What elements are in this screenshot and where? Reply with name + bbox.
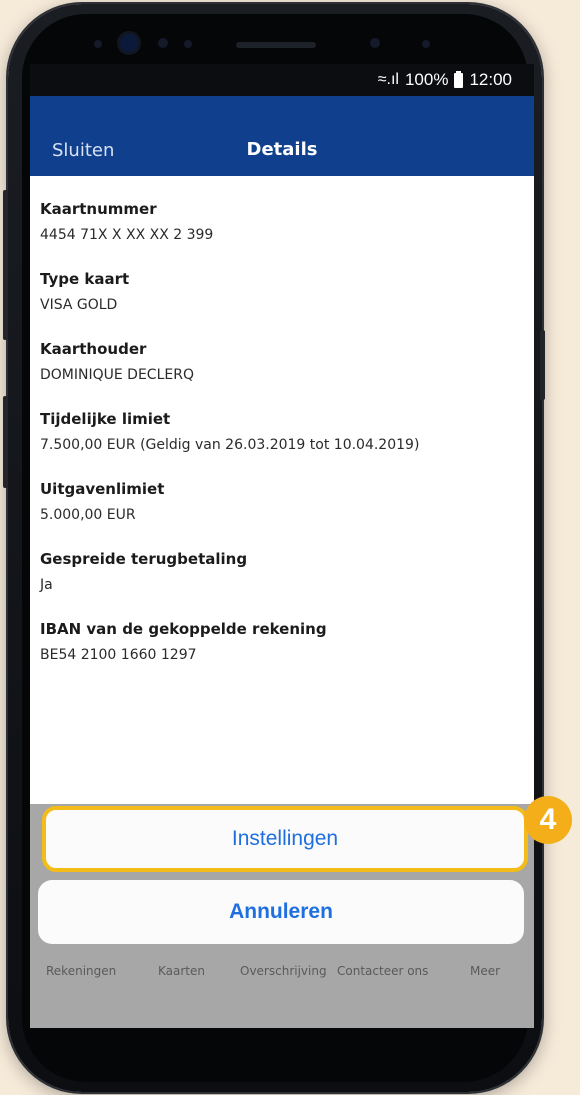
detail-label: Tijdelijke limiet (40, 410, 171, 428)
detail-value: 7.500,00 EUR (Geldig van 26.03.2019 tot … (40, 437, 420, 453)
detail-linked-iban: IBAN van de gekoppelde rekening BE54 210… (40, 596, 534, 666)
tab-rekeningen[interactable]: Rekeningen (46, 964, 116, 978)
detail-label: Uitgavenlimiet (40, 480, 165, 498)
detail-value: VISA GOLD (40, 297, 118, 313)
detail-card-type: Type kaart VISA GOLD (40, 246, 534, 316)
cancel-button[interactable]: Annuleren (38, 880, 524, 944)
proximity-sensor-icon (184, 40, 192, 48)
phone-frame: ≈.ıl 100% 12:00 Sluiten Details Kaartnum… (3, 4, 545, 1092)
detail-label: Type kaart (40, 270, 130, 288)
tab-kaarten[interactable]: Kaarten (158, 964, 205, 978)
detail-label: Kaarthouder (40, 340, 147, 358)
volume-button (3, 190, 8, 340)
detail-value: BE54 2100 1660 1297 (40, 647, 197, 663)
detail-label: Gespreide terugbetaling (40, 550, 248, 568)
tab-meer[interactable]: Meer (470, 964, 500, 978)
iris-sensor-icon (158, 38, 168, 48)
detail-value: Ja (40, 577, 53, 593)
wifi-signal-icon: ≈.ıl (377, 71, 399, 88)
app-screen: ≈.ıl 100% 12:00 Sluiten Details Kaartnum… (30, 64, 534, 1028)
detail-card-holder: Kaarthouder DOMINIQUE DECLERQ (40, 316, 534, 386)
status-bar: ≈.ıl 100% 12:00 (30, 64, 534, 96)
tab-contacteer-ons[interactable]: Contacteer ons (337, 964, 428, 978)
detail-card-number: Kaartnummer 4454 71X X XX XX 2 399 (40, 176, 534, 246)
settings-button[interactable]: Instellingen (42, 806, 528, 872)
card-details: Kaartnummer 4454 71X X XX XX 2 399 Type … (40, 176, 534, 666)
power-button (540, 330, 545, 400)
battery-icon (454, 70, 464, 88)
sensor-icon (94, 40, 102, 48)
status-time: 12:00 (469, 70, 512, 89)
detail-value: 4454 71X X XX XX 2 399 (40, 227, 214, 243)
flash-sensor-icon (422, 40, 430, 48)
front-camera-icon (120, 34, 138, 52)
tab-bar: Rekeningen Kaarten Overschrijving Contac… (30, 962, 534, 984)
detail-label: IBAN van de gekoppelde rekening (40, 620, 327, 638)
detail-installment-repayment: Gespreide terugbetaling Ja (40, 526, 534, 596)
battery-percent: 100% (404, 70, 449, 89)
step-marker-badge: 4 (524, 796, 572, 844)
page-title: Details (246, 139, 318, 160)
light-sensor-icon (370, 38, 380, 48)
detail-temporary-limit: Tijdelijke limiet 7.500,00 EUR (Geldig v… (40, 386, 534, 456)
bixby-button (3, 396, 8, 488)
nav-bar: Sluiten Details (30, 96, 534, 176)
detail-value: 5.000,00 EUR (40, 507, 136, 523)
detail-value: DOMINIQUE DECLERQ (40, 367, 194, 383)
detail-label: Kaartnummer (40, 200, 157, 218)
speaker-grille (236, 42, 316, 48)
detail-spending-limit: Uitgavenlimiet 5.000,00 EUR (40, 456, 534, 526)
tab-overschrijving[interactable]: Overschrijving (240, 964, 327, 978)
